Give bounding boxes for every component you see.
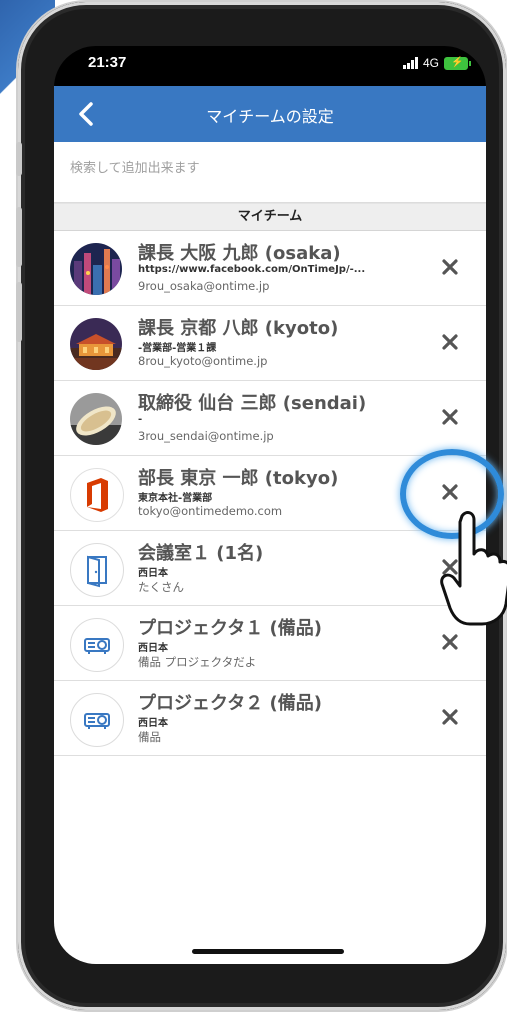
network-label: 4G: [422, 56, 439, 70]
status-time: 21:37: [88, 54, 127, 71]
member-row[interactable]: プロジェクタ２ (備品) 西日本 備品: [54, 681, 486, 756]
temple-night-photo-avatar: [70, 318, 122, 370]
close-icon[interactable]: [438, 630, 462, 654]
member-name: 会議室１ (1名): [138, 543, 264, 564]
member-email: 9rou_osaka@ontime.jp: [138, 279, 270, 293]
section-header: マイチーム: [54, 203, 486, 231]
status-bar: 21:37 4G ⚡: [54, 46, 486, 86]
search-bar: [54, 142, 486, 203]
door-icon: [70, 543, 124, 597]
page-title: マイチームの設定: [206, 107, 334, 126]
member-note: たくさん: [138, 580, 184, 594]
member-department: 東京本社-営業部: [138, 493, 213, 504]
home-indicator: [192, 949, 344, 954]
close-icon[interactable]: [438, 405, 462, 429]
member-name: プロジェクタ２ (備品): [138, 693, 322, 714]
member-note: 備品: [138, 730, 161, 744]
member-department: https://www.facebook.com/OnTimeJp/-...: [138, 264, 366, 275]
member-row[interactable]: プロジェクタ１ (備品) 西日本 備品 プロジェクタだよ: [54, 606, 486, 681]
nav-header: マイチームの設定: [54, 86, 486, 142]
member-name: 取締役 仙台 三郎 (sendai): [138, 393, 367, 414]
city-night-photo-avatar: [70, 243, 122, 295]
side-button: [16, 142, 22, 176]
pointing-hand-icon: [440, 511, 507, 626]
close-icon[interactable]: [438, 705, 462, 729]
search-input[interactable]: [68, 160, 452, 177]
member-name: 部長 東京 一郎 (tokyo): [138, 468, 339, 489]
battery-charging-icon: ⚡: [444, 56, 471, 70]
office-logo-icon: [70, 468, 124, 522]
member-email: tokyo@ontimedemo.com: [138, 504, 283, 518]
member-department: -営業部-営業１課: [138, 343, 217, 354]
member-row[interactable]: 会議室１ (1名) 西日本 たくさん: [54, 531, 486, 606]
volume-up-button: [16, 207, 22, 267]
member-row[interactable]: 課長 大阪 九郎 (osaka) https://www.facebook.co…: [54, 231, 486, 306]
volume-down-button: [16, 282, 22, 342]
food-photo-avatar: [70, 393, 122, 445]
member-department: 西日本: [138, 568, 168, 579]
member-name: プロジェクタ１ (備品): [138, 618, 322, 639]
projector-icon: [70, 618, 124, 672]
member-name: 課長 大阪 九郎 (osaka): [138, 243, 341, 264]
member-department: 西日本: [138, 643, 168, 654]
close-icon[interactable]: [438, 255, 462, 279]
close-icon[interactable]: [438, 330, 462, 354]
member-email: 8rou_kyoto@ontime.jp: [138, 354, 268, 368]
signal-icon: [402, 57, 418, 69]
member-department: 西日本: [138, 718, 168, 729]
member-department: -: [138, 414, 143, 425]
projector-icon: [70, 693, 124, 747]
member-email: 3rou_sendai@ontime.jp: [138, 429, 274, 443]
member-name: 課長 京都 八郎 (kyoto): [138, 318, 339, 339]
member-row[interactable]: 課長 京都 八郎 (kyoto) -営業部-営業１課 8rou_kyoto@on…: [54, 306, 486, 381]
member-note: 備品 プロジェクタだよ: [138, 655, 257, 669]
member-row[interactable]: 取締役 仙台 三郎 (sendai) - 3rou_sendai@ontime.…: [54, 381, 486, 456]
